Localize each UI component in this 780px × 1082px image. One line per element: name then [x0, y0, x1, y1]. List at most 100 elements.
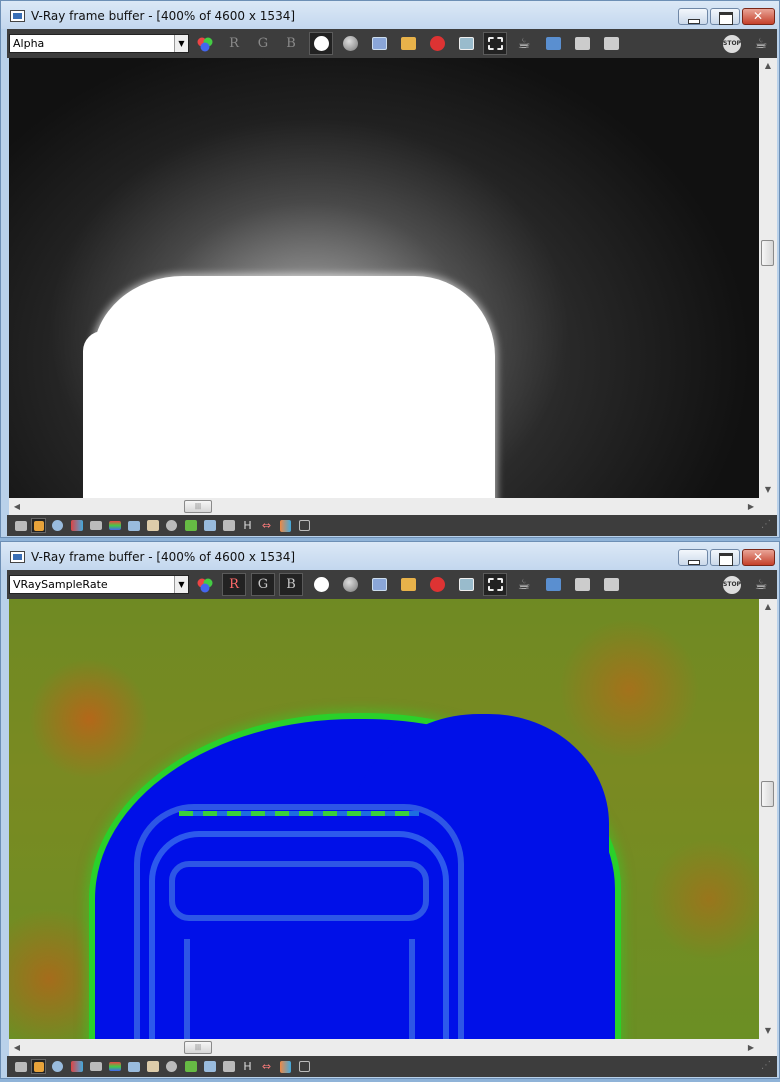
scroll-left-icon[interactable]: ◀	[9, 498, 25, 515]
histogram-button[interactable]	[126, 518, 141, 533]
stop-render-button[interactable]: STOP	[720, 32, 744, 55]
region-render-button[interactable]	[483, 573, 507, 596]
stop-render-button[interactable]: STOP	[720, 573, 744, 596]
maximize-button[interactable]	[710, 8, 740, 25]
pixel-aspect-button[interactable]: ⇔	[259, 518, 274, 533]
minimize-button[interactable]	[678, 8, 708, 25]
lut-button[interactable]	[69, 1059, 84, 1074]
stamp-button[interactable]	[278, 1059, 293, 1074]
green-channel-button[interactable]: G	[251, 573, 275, 596]
scroll-thumb[interactable]	[761, 781, 774, 807]
region-render-button[interactable]	[483, 32, 507, 55]
settings-button[interactable]	[297, 1059, 312, 1074]
history-button[interactable]	[31, 1059, 46, 1074]
curve-button[interactable]	[145, 1059, 160, 1074]
color-balls-button[interactable]	[193, 573, 217, 596]
channel-select[interactable]: Alpha ▼	[9, 34, 189, 53]
history-a-button[interactable]	[570, 573, 594, 596]
levels-button[interactable]	[107, 518, 122, 533]
maximize-button[interactable]	[710, 549, 740, 566]
clear-image-button[interactable]	[425, 32, 449, 55]
resize-grip-icon[interactable]: ⋰	[761, 1060, 773, 1072]
render-last-button[interactable]: ☕	[512, 32, 536, 55]
settings-button[interactable]	[297, 518, 312, 533]
open-folder-icon	[400, 578, 416, 591]
scroll-down-icon[interactable]: ▼	[759, 482, 777, 498]
lens-effects-button[interactable]	[202, 1059, 217, 1074]
compare-button[interactable]	[541, 573, 565, 596]
load-image-button[interactable]	[396, 32, 420, 55]
scroll-right-icon[interactable]: ▶	[743, 1039, 759, 1056]
scroll-up-icon[interactable]: ▲	[759, 58, 777, 74]
info-button[interactable]	[50, 1059, 65, 1074]
history-a-button[interactable]	[570, 32, 594, 55]
channel-select[interactable]: VRaySampleRate ▼	[9, 575, 189, 594]
history-button[interactable]	[31, 518, 46, 533]
scroll-up-icon[interactable]: ▲	[759, 599, 777, 615]
info-button[interactable]	[50, 518, 65, 533]
clear-image-button[interactable]	[425, 573, 449, 596]
levels-button[interactable]	[107, 1059, 122, 1074]
hsl-button[interactable]	[88, 518, 103, 533]
blue-channel-button[interactable]: B	[279, 573, 303, 596]
clear-icon	[429, 577, 445, 592]
alpha-view-button[interactable]	[338, 573, 362, 596]
history-b-button[interactable]	[599, 573, 623, 596]
load-image-button[interactable]	[396, 573, 420, 596]
scroll-left-icon[interactable]: ◀	[9, 1039, 25, 1056]
red-channel-button[interactable]: R	[222, 32, 246, 55]
render-viewport[interactable]	[9, 599, 759, 1039]
pixel-aspect-button[interactable]: ⇔	[259, 1059, 274, 1074]
ocio-button[interactable]	[221, 518, 236, 533]
close-button[interactable]	[742, 8, 775, 25]
render-button[interactable]: ☕	[749, 573, 773, 596]
save-image-button[interactable]	[367, 573, 391, 596]
mono-view-button[interactable]	[309, 32, 333, 55]
close-button[interactable]	[742, 549, 775, 566]
histogram-button[interactable]	[126, 1059, 141, 1074]
render-last-button[interactable]: ☕	[512, 573, 536, 596]
horizontal-scrollbar[interactable]: ◀ ||| ▶	[9, 498, 759, 515]
render-viewport[interactable]	[9, 58, 759, 498]
scroll-thumb[interactable]: |||	[184, 500, 212, 513]
track-mouse-button[interactable]	[454, 32, 478, 55]
green-channel-button[interactable]: G	[251, 32, 275, 55]
exposure-button[interactable]	[164, 1059, 179, 1074]
lens-effects-button[interactable]	[202, 518, 217, 533]
compare-button[interactable]	[541, 32, 565, 55]
hsl-button[interactable]	[88, 1059, 103, 1074]
exposure-button[interactable]	[164, 518, 179, 533]
minimize-button[interactable]	[678, 549, 708, 566]
history-b-button[interactable]	[599, 32, 623, 55]
lut-button[interactable]	[69, 518, 84, 533]
scroll-thumb[interactable]	[761, 240, 774, 266]
resize-grip-icon[interactable]: ⋰	[761, 519, 773, 531]
track-mouse-button[interactable]	[454, 573, 478, 596]
bg-image-button[interactable]	[183, 1059, 198, 1074]
red-channel-button[interactable]: R	[222, 573, 246, 596]
bg-image-button[interactable]	[183, 518, 198, 533]
follow-mouse-icon	[458, 578, 474, 591]
scroll-thumb[interactable]: |||	[184, 1041, 212, 1054]
title-bar[interactable]: V-Ray frame buffer - [400% of 4600 x 153…	[1, 542, 779, 570]
display-options-button[interactable]	[13, 1059, 28, 1074]
app-window-icon	[10, 551, 25, 563]
horizontal-scrollbar[interactable]: ◀ ||| ▶	[9, 1039, 759, 1056]
alpha-view-button[interactable]	[338, 32, 362, 55]
mono-view-button[interactable]	[309, 573, 333, 596]
render-button[interactable]: ☕	[749, 32, 773, 55]
stamp-button[interactable]	[278, 518, 293, 533]
vertical-scrollbar[interactable]: ▲ ▼	[759, 58, 777, 498]
scroll-down-icon[interactable]: ▼	[759, 1023, 777, 1039]
vertical-scrollbar[interactable]: ▲ ▼	[759, 599, 777, 1039]
color-balls-button[interactable]	[193, 32, 217, 55]
horizontal-flip-button[interactable]: H	[240, 1059, 255, 1074]
save-image-button[interactable]	[367, 32, 391, 55]
horizontal-flip-button[interactable]: H	[240, 518, 255, 533]
curve-button[interactable]	[145, 518, 160, 533]
ocio-button[interactable]	[221, 1059, 236, 1074]
display-options-button[interactable]	[13, 518, 28, 533]
scroll-right-icon[interactable]: ▶	[743, 498, 759, 515]
blue-channel-button[interactable]: B	[279, 32, 303, 55]
title-bar[interactable]: V-Ray frame buffer - [400% of 4600 x 153…	[1, 1, 779, 29]
